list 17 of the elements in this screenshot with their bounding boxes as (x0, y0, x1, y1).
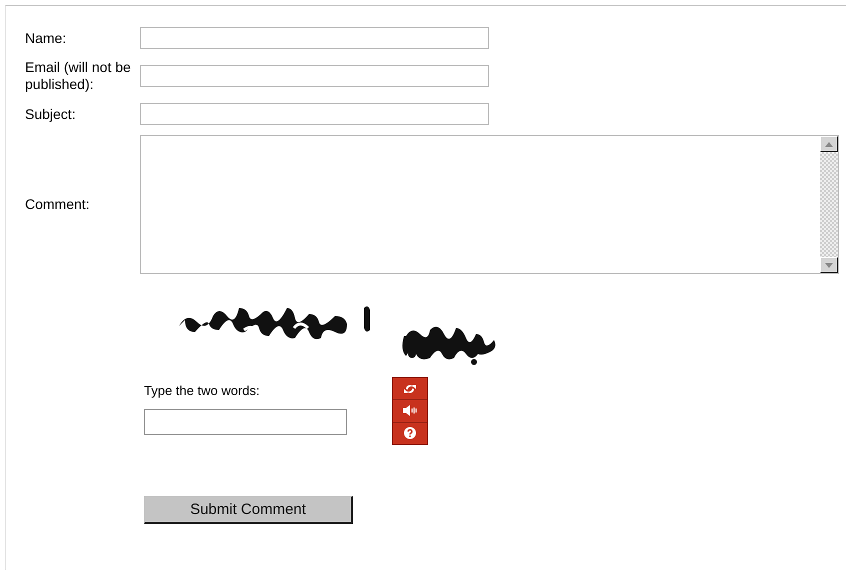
field-label: Name: (25, 30, 68, 46)
help-icon (404, 427, 416, 440)
field-label: Email (will not be published): (25, 59, 132, 93)
captcha-prompt: Type the two words: (144, 383, 261, 399)
scroll-down-icon (825, 262, 833, 268)
submit-button[interactable]: Submit Comment (144, 496, 353, 524)
field-label: Subject: (25, 106, 77, 122)
text-field[interactable] (140, 103, 489, 125)
text-field[interactable] (140, 27, 489, 49)
field-label: Comment: (25, 196, 91, 213)
refresh-icon (404, 382, 416, 395)
scroll-up-icon (825, 142, 833, 146)
text-field[interactable] (140, 65, 489, 87)
comment-field[interactable] (140, 135, 839, 274)
captcha-input[interactable] (144, 409, 347, 435)
scrollbar[interactable] (820, 136, 838, 273)
speaker-icon (403, 405, 417, 416)
